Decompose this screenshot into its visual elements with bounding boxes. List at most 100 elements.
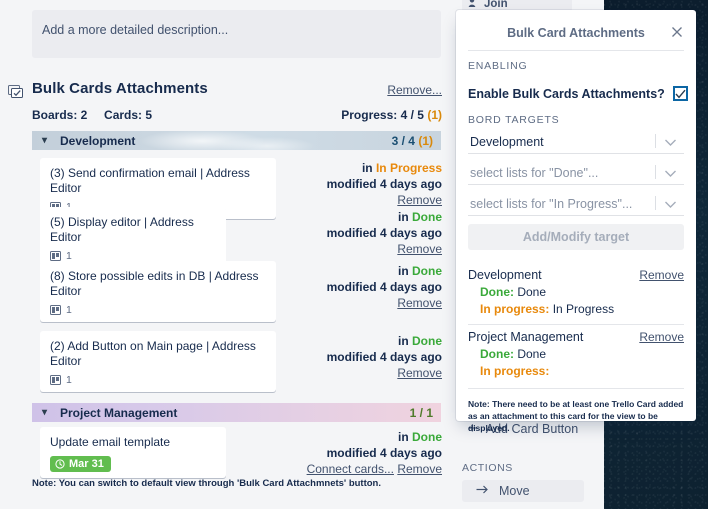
mini-card[interactable]: (5) Display editor | Address Editor 1 <box>40 207 226 268</box>
page-title: Bulk Cards Attachments <box>32 80 208 97</box>
chevron-down-icon[interactable]: ▾ <box>42 407 56 418</box>
mini-card[interactable]: Update email template Mar 31 <box>40 427 226 478</box>
mini-card-title: (2) Add Button on Main page | Address Ed… <box>50 339 256 368</box>
mini-card-title: (5) Display editor | Address Editor <box>50 215 194 244</box>
group-count-value: 1 / 1 <box>409 405 433 420</box>
modified-text: modified 4 days ago <box>326 446 442 460</box>
cards-label: Cards: 5 <box>104 108 153 122</box>
group-count-pending: (1) <box>418 133 433 148</box>
bulk-card-attachments-popup: Bulk Card Attachments ENABLING Enable Bu… <box>456 10 696 433</box>
bord-targets-section-label: BORD TARGETS <box>468 114 560 126</box>
group-count: 1 / 1 <box>410 406 433 420</box>
add-modify-target-button[interactable]: Add/Modify target <box>468 224 684 250</box>
note-divider <box>468 388 684 389</box>
card-remove-link[interactable]: Remove <box>397 296 442 310</box>
bulk-cards-attachments-icon <box>8 85 23 99</box>
due-date-badge[interactable]: Mar 31 <box>50 456 111 472</box>
target-progress-key: In progress: <box>480 302 550 316</box>
chevron-down-icon[interactable]: ▾ <box>42 135 56 146</box>
card-row-status: in Done modified 4 days ago Connect card… <box>307 429 442 477</box>
move-action-button[interactable]: Move <box>462 480 584 502</box>
clock-icon <box>55 459 65 469</box>
progress-label: Progress: <box>341 108 398 122</box>
target-done-key: Done: <box>480 285 514 299</box>
done-lists-placeholder: select lists for "Done"... <box>470 165 599 180</box>
modified-text: modified 4 days ago <box>326 350 442 364</box>
mini-card-title: Update email template <box>50 435 171 449</box>
status-badge: Done <box>412 264 442 278</box>
mini-card-meta: 1 <box>50 304 266 316</box>
enabling-section-label: ENABLING <box>468 60 528 72</box>
target-done-line: Done: Done <box>468 285 684 299</box>
progress-pending: (1) <box>427 108 442 122</box>
status-badge: In Progress <box>375 161 442 175</box>
attachment-count: 1 <box>66 374 72 386</box>
card-remove-link[interactable]: Remove <box>397 366 442 380</box>
target-progress-key: In progress: <box>480 364 550 378</box>
card-row-status: in Done modified 4 days ago Remove <box>327 333 442 381</box>
boards-label: Boards: 2 <box>32 108 88 122</box>
popup-header-divider <box>468 50 684 51</box>
status-badge: Done <box>412 210 442 224</box>
modified-text: modified 4 days ago <box>326 226 442 240</box>
inprogress-lists-placeholder: select lists for "In Progress"... <box>470 196 633 211</box>
card-row-status: in Done modified 4 days ago Remove <box>327 263 442 311</box>
mini-card[interactable]: (2) Add Button on Main page | Address Ed… <box>40 331 276 392</box>
progress-value: 4 / 5 <box>400 108 424 122</box>
board-select-value: Development <box>470 134 544 149</box>
target-progress-value: In Progress <box>552 302 615 316</box>
card-row-status: in Done modified 4 days ago Remove <box>327 209 442 257</box>
card-row-status: in In Progress modified 4 days ago Remov… <box>327 160 442 208</box>
popup-note: Note: There need to be at least one Trel… <box>468 399 684 433</box>
actions-section-label: ACTIONS <box>462 462 513 474</box>
target-name: Development <box>468 268 542 282</box>
target-remove-link[interactable]: Remove <box>639 330 684 344</box>
status-prefix: in <box>397 430 409 444</box>
move-label: Move <box>499 484 530 498</box>
target-progress-line: In progress: In Progress <box>468 302 684 316</box>
board-select[interactable]: Development <box>468 130 684 154</box>
select-divider <box>655 165 656 179</box>
mini-card-title: (8) Store possible edits in DB | Address… <box>50 269 259 298</box>
status-prefix: in <box>361 161 373 175</box>
card-remove-link[interactable]: Remove <box>397 242 442 256</box>
status-prefix: in <box>397 334 409 348</box>
modified-text: modified 4 days ago <box>326 177 442 191</box>
status-badge: Done <box>412 430 442 444</box>
description-placeholder: Add a more detailed description... <box>42 23 229 37</box>
close-icon[interactable] <box>668 23 686 41</box>
target-entry-project-management: Project Management Remove Done: Done In … <box>468 330 684 378</box>
mini-card-meta: 1 <box>50 374 266 386</box>
target-done-value: Done <box>517 285 547 299</box>
target-done-value: Done <box>517 347 547 361</box>
group-header-development[interactable]: ▾ Development 3 / 4 (1) <box>32 131 441 150</box>
select-divider <box>655 134 656 148</box>
connect-cards-link[interactable]: Connect cards... <box>307 462 394 476</box>
description-box[interactable]: Add a more detailed description... <box>32 10 441 58</box>
mini-card[interactable]: (8) Store possible edits in DB | Address… <box>40 261 276 322</box>
card-remove-link[interactable]: Remove <box>397 193 442 207</box>
target-remove-link[interactable]: Remove <box>639 268 684 282</box>
inprogress-lists-select[interactable]: select lists for "In Progress"... <box>468 192 684 216</box>
done-lists-select[interactable]: select lists for "Done"... <box>468 161 684 185</box>
mini-card-title: (3) Send confirmation email | Address Ed… <box>50 166 250 195</box>
group-header-project-management[interactable]: ▾ Project Management 1 / 1 <box>32 403 441 422</box>
status-prefix: in <box>397 264 409 278</box>
attachment-count: 1 <box>66 304 72 316</box>
join-label: Join <box>484 0 508 10</box>
target-done-line: Done: Done <box>468 347 684 361</box>
enable-bulk-cards-checkbox[interactable] <box>672 86 688 101</box>
card-remove-link[interactable]: Remove <box>397 462 442 476</box>
select-divider <box>655 196 656 210</box>
due-date-text: Mar 31 <box>69 458 104 470</box>
enable-bulk-cards-row: Enable Bulk Cards Attachments? <box>468 86 688 101</box>
arrow-right-icon <box>476 484 489 498</box>
section-remove-link[interactable]: Remove... <box>387 83 442 97</box>
group-count-value: 3 / 4 <box>391 133 415 148</box>
status-prefix: in <box>397 210 409 224</box>
target-entry-development: Development Remove Done: Done In progres… <box>468 268 684 316</box>
target-done-key: Done: <box>480 347 514 361</box>
group-count: 3 / 4 (1) <box>392 134 433 148</box>
board-icon <box>50 375 61 385</box>
status-badge: Done <box>412 334 442 348</box>
